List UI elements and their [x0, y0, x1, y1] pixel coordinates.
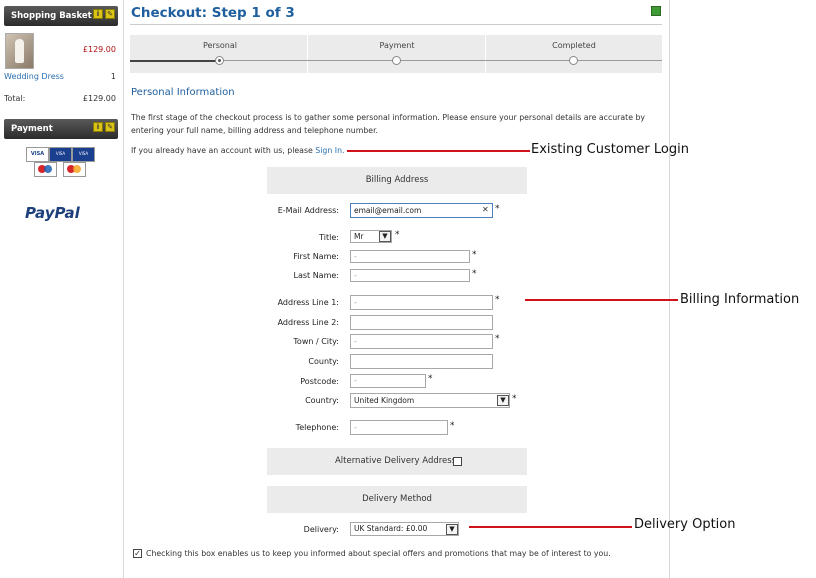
edit-icon[interactable]: ✎: [105, 9, 115, 19]
step-payment: Payment: [379, 41, 415, 50]
edit-icon[interactable]: ✎: [105, 122, 115, 132]
last-name-label: Last Name:: [293, 271, 339, 280]
intro-text: The first stage of the checkout process …: [131, 113, 646, 135]
town-label: Town / City:: [293, 337, 339, 346]
required-marker: *: [428, 374, 433, 384]
town-input[interactable]: -: [350, 334, 493, 349]
maestro-card-icon: [34, 162, 57, 177]
info-icon[interactable]: i: [93, 122, 103, 132]
sidebar-divider: [123, 0, 124, 578]
county-label: County:: [308, 357, 339, 366]
alt-delivery-bar: Alternative Delivery Address:: [267, 448, 527, 475]
required-marker: *: [495, 334, 500, 344]
signin-text: If you already have an account with us, …: [131, 146, 345, 155]
required-marker: *: [512, 394, 517, 404]
newsletter-text: Checking this box enables us to keep you…: [146, 549, 611, 558]
step-separator: [485, 35, 486, 73]
shopping-basket-title: Shopping Basket: [11, 11, 92, 21]
telephone-input[interactable]: -: [350, 420, 448, 435]
chevron-down-icon[interactable]: ▼: [446, 524, 458, 535]
alt-delivery-label: Alternative Delivery Address:: [334, 456, 460, 466]
step-personal: Personal: [202, 41, 237, 50]
required-marker: *: [472, 250, 477, 260]
progress-fill: [130, 60, 220, 62]
step-completed: Completed: [552, 41, 596, 50]
newsletter-checkbox[interactable]: ✓: [133, 549, 142, 558]
delivery-select[interactable]: UK Standard: £0.00: [350, 522, 459, 536]
postcode-label: Postcode:: [300, 377, 339, 386]
first-name-label: First Name:: [293, 252, 339, 261]
billing-address-header: Billing Address: [267, 167, 527, 194]
paypal-logo: PayPal: [25, 204, 80, 222]
basket-total-value: £129.00: [82, 94, 116, 103]
annotation-line-billing: [525, 299, 678, 301]
address-line1-label: Address Line 1:: [277, 298, 339, 307]
postcode-input[interactable]: -: [350, 374, 426, 388]
content-right-border: [669, 0, 670, 578]
shopping-basket-header: Shopping Basket i ✎: [4, 6, 118, 26]
annotation-billing: Billing Information: [680, 292, 800, 307]
telephone-label: Telephone:: [295, 423, 339, 432]
delivery-label: Delivery:: [303, 525, 339, 534]
step-personal-dot: [215, 56, 224, 65]
country-select-value: United Kingdom: [354, 396, 415, 405]
title-divider: [130, 24, 662, 25]
step-separator: [307, 35, 308, 73]
address-line2-label: Address Line 2:: [277, 318, 339, 327]
signin-prefix: If you already have an account with us, …: [131, 146, 316, 155]
delivery-method-header: Delivery Method: [267, 486, 527, 513]
payment-title: Payment: [11, 124, 53, 134]
basket-item-price: £129.00: [82, 45, 116, 54]
required-marker: *: [395, 230, 400, 240]
country-label: Country:: [305, 396, 339, 405]
required-marker: *: [472, 269, 477, 279]
required-marker: *: [450, 421, 455, 431]
step-completed-dot: [569, 56, 578, 65]
step-payment-dot: [392, 56, 401, 65]
chevron-down-icon[interactable]: ▼: [497, 395, 509, 406]
alt-delivery-checkbox[interactable]: [453, 457, 462, 466]
annotation-line-delivery: [469, 526, 632, 528]
basket-total-label: Total:: [4, 94, 26, 103]
section-title: Personal Information: [131, 87, 235, 98]
address-line1-input[interactable]: -: [350, 295, 493, 310]
payment-header: Payment i ✎: [4, 119, 118, 139]
visa-delta-card-icon: VISA Delta: [49, 147, 72, 168]
visa-electron-card-icon: VISA Electron: [72, 147, 95, 168]
mastercard-card-icon: [63, 162, 86, 177]
required-marker: *: [495, 295, 500, 305]
info-icon[interactable]: i: [93, 9, 103, 19]
annotation-login: Existing Customer Login: [531, 142, 689, 157]
email-label: E-Mail Address:: [277, 206, 339, 215]
title-select-value: Mr: [354, 232, 364, 241]
title-label: Title:: [319, 233, 339, 242]
email-input[interactable]: email@email.com: [350, 203, 493, 218]
chevron-down-icon[interactable]: ▼: [379, 231, 391, 242]
page-title: Checkout: Step 1 of 3: [131, 5, 295, 21]
first-name-input[interactable]: -: [350, 250, 470, 263]
progress-track: [220, 60, 662, 61]
delivery-select-value: UK Standard: £0.00: [354, 524, 428, 533]
basket-item-name[interactable]: Wedding Dress: [4, 72, 64, 81]
visa-card-icon: VISA: [26, 147, 49, 162]
address-line2-input[interactable]: [350, 315, 493, 330]
county-input[interactable]: [350, 354, 493, 369]
last-name-input[interactable]: -: [350, 269, 470, 282]
help-icon[interactable]: [651, 6, 661, 16]
product-thumbnail[interactable]: [5, 33, 34, 69]
clear-icon[interactable]: ✕: [482, 205, 489, 214]
basket-item-qty: 1: [110, 72, 116, 81]
required-marker: *: [495, 204, 500, 214]
country-select[interactable]: United Kingdom: [350, 393, 510, 408]
annotation-delivery: Delivery Option: [634, 517, 736, 532]
sign-in-link[interactable]: Sign In.: [315, 146, 344, 155]
annotation-line-login: [347, 150, 530, 152]
